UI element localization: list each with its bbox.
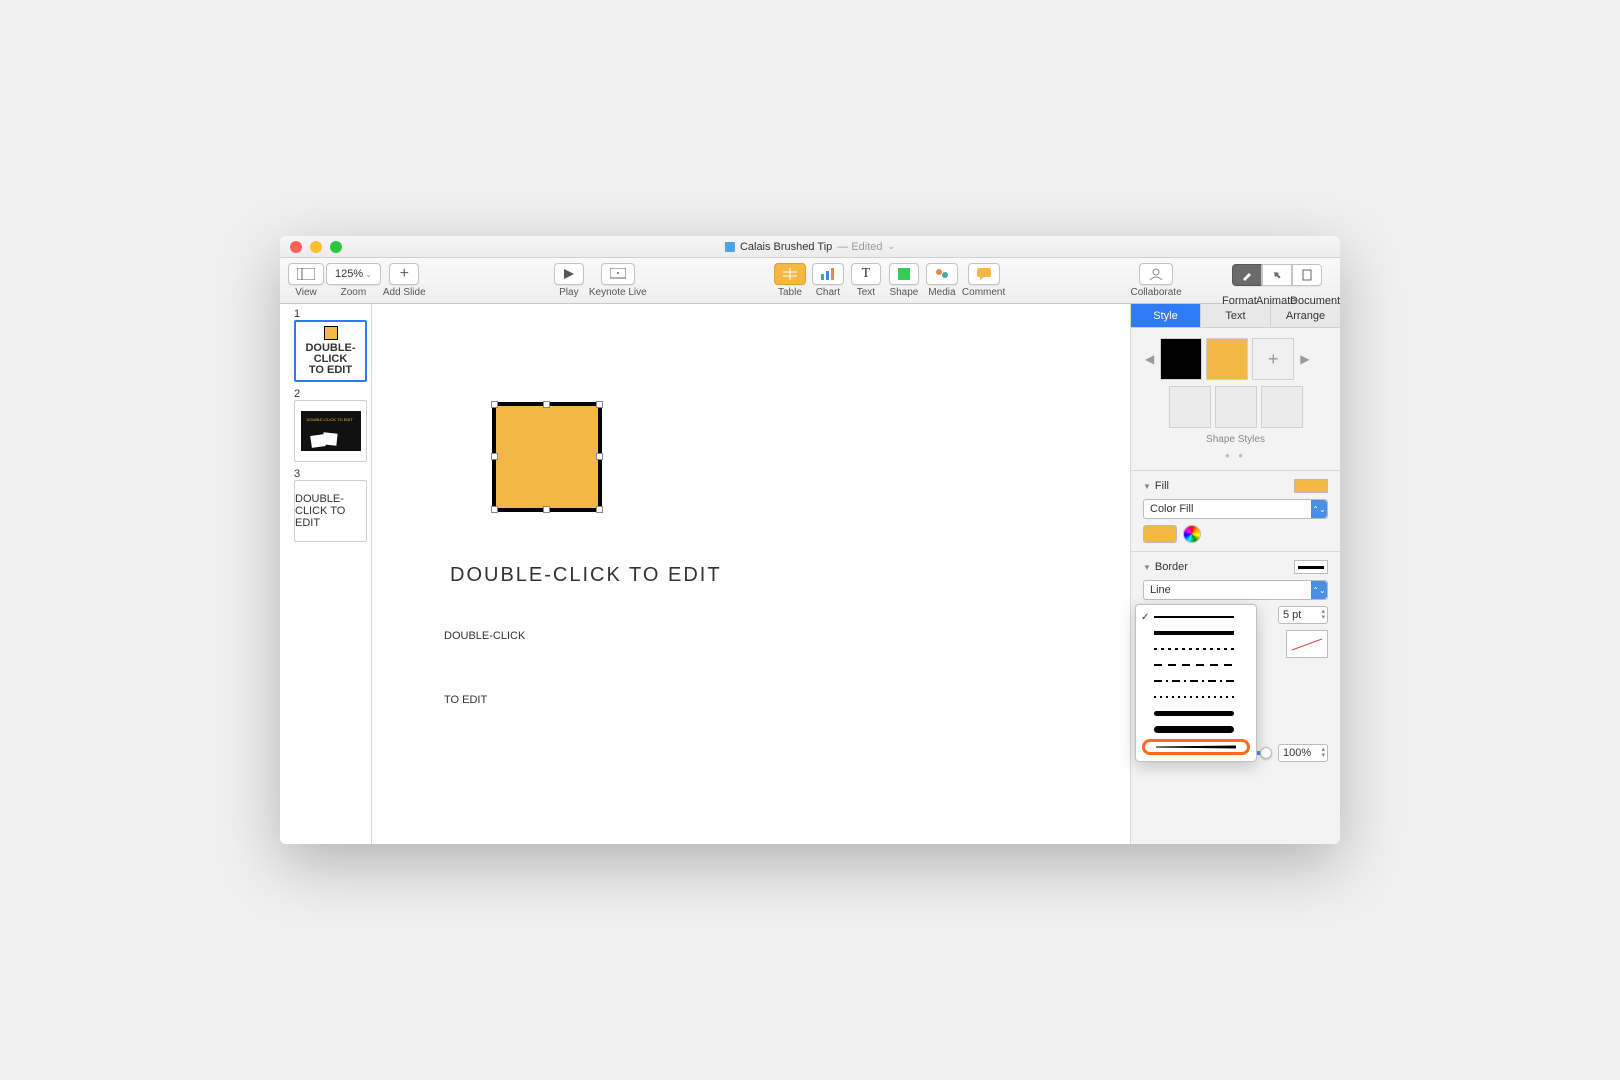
shape-styles-panel: ◀ + ▶ Shape Styles ● ● xyxy=(1131,328,1340,470)
table-button[interactable]: Table xyxy=(772,261,808,301)
no-shadow-swatch[interactable] xyxy=(1286,630,1328,658)
shape-styles-label: Shape Styles xyxy=(1143,434,1328,445)
chevron-down-icon[interactable]: ⌄ xyxy=(888,241,896,252)
inspector-mode-segment: Format Animate Document xyxy=(1222,255,1332,307)
tab-arrange[interactable]: Arrange xyxy=(1271,304,1340,327)
resize-handle[interactable] xyxy=(596,401,603,408)
selected-shape[interactable] xyxy=(492,402,602,512)
styles-next-icon[interactable]: ▶ xyxy=(1298,352,1311,366)
styles-prev-icon[interactable]: ◀ xyxy=(1143,352,1156,366)
document-status: — Edited xyxy=(837,241,882,253)
app-window: Calais Brushed Tip — Edited ⌄ View 125%⌄… xyxy=(280,236,1340,844)
text-button[interactable]: T Text xyxy=(848,261,884,301)
slide-thumbnail-3[interactable]: DOUBLE-CLICK TO EDIT xyxy=(294,480,367,542)
comment-button[interactable]: Comment xyxy=(962,261,1005,301)
slide-number: 2 xyxy=(294,388,367,400)
slide-thumbnail-2[interactable]: DOUBLE-CLICK TO EDIT xyxy=(294,400,367,462)
window-controls xyxy=(280,241,342,253)
minimize-icon[interactable] xyxy=(310,241,322,253)
shape-button[interactable]: Shape xyxy=(886,261,922,301)
border-preview-swatch[interactable] xyxy=(1294,560,1328,574)
shape-style-preset[interactable] xyxy=(1206,338,1248,380)
resize-handle[interactable] xyxy=(543,401,550,408)
resize-handle[interactable] xyxy=(596,506,603,513)
fill-preview-swatch[interactable] xyxy=(1294,479,1328,493)
resize-handle[interactable] xyxy=(491,506,498,513)
document-button[interactable] xyxy=(1292,255,1322,295)
slide-number: 3 xyxy=(294,468,367,480)
resize-handle[interactable] xyxy=(491,453,498,460)
inspector-tabs: Style Text Arrange xyxy=(1131,304,1340,328)
format-inspector: Style Text Arrange ◀ + ▶ Shape Styles xyxy=(1130,304,1340,844)
tab-style[interactable]: Style xyxy=(1131,304,1201,327)
disclosure-triangle-icon[interactable]: ▼ xyxy=(1143,482,1151,491)
keynote-doc-icon xyxy=(725,242,735,252)
opacity-stepper[interactable]: 100% ▴▾ xyxy=(1278,744,1328,762)
chart-button[interactable]: Chart xyxy=(810,261,846,301)
shape-style-preset[interactable] xyxy=(1215,386,1257,428)
fill-section: ▼ Fill Color Fill ⌃⌄ xyxy=(1131,470,1340,551)
shape-style-preset[interactable] xyxy=(1261,386,1303,428)
format-button[interactable] xyxy=(1232,255,1262,295)
slide-content: DOUBLE-CLICK TO EDIT DOUBLE-CLICKTO EDIT xyxy=(372,304,1130,844)
play-button[interactable]: Play xyxy=(551,261,587,301)
border-type-select[interactable]: Line ⌃⌄ xyxy=(1143,580,1328,600)
subtitle-text[interactable]: DOUBLE-CLICK TO EDIT xyxy=(450,564,722,587)
line-style-option[interactable] xyxy=(1136,641,1256,657)
line-style-option[interactable] xyxy=(1136,705,1256,721)
page-dots: ● ● xyxy=(1143,451,1328,460)
fill-type-select[interactable]: Color Fill ⌃⌄ xyxy=(1143,499,1328,519)
color-wheel-icon[interactable] xyxy=(1183,525,1201,543)
document-name: Calais Brushed Tip xyxy=(740,241,832,253)
line-style-option[interactable] xyxy=(1136,625,1256,641)
slide-canvas[interactable]: DOUBLE-CLICK TO EDIT DOUBLE-CLICKTO EDIT xyxy=(372,304,1130,844)
media-button[interactable]: Media xyxy=(924,261,960,301)
line-style-option-highlighted[interactable] xyxy=(1142,739,1250,755)
disclosure-triangle-icon[interactable]: ▼ xyxy=(1143,563,1151,572)
line-style-option[interactable] xyxy=(1136,721,1256,737)
border-width-stepper[interactable]: 5 pt ▴▾ xyxy=(1278,606,1328,624)
add-style-button[interactable]: + xyxy=(1252,338,1294,380)
view-button[interactable]: View xyxy=(288,261,324,301)
fill-label: Fill xyxy=(1155,480,1169,492)
slide-thumbnail-1[interactable]: DOUBLE-CLICKTO EDIT xyxy=(294,320,367,382)
fill-color-swatch[interactable] xyxy=(1143,525,1177,543)
titlebar: Calais Brushed Tip — Edited ⌄ xyxy=(280,236,1340,258)
close-icon[interactable] xyxy=(290,241,302,253)
zoom-icon[interactable] xyxy=(330,241,342,253)
resize-handle[interactable] xyxy=(543,506,550,513)
keynote-live-button[interactable]: Keynote Live xyxy=(589,261,647,301)
slide-number: 1 xyxy=(294,308,367,320)
zoom-button[interactable]: 125%⌄ Zoom xyxy=(326,261,381,301)
collaborate-button[interactable]: Collaborate xyxy=(1131,261,1182,301)
resize-handle[interactable] xyxy=(491,401,498,408)
border-label: Border xyxy=(1155,561,1188,573)
animate-button[interactable] xyxy=(1262,255,1292,295)
shape-style-preset[interactable] xyxy=(1169,386,1211,428)
tab-text[interactable]: Text xyxy=(1201,304,1271,327)
line-style-option[interactable] xyxy=(1136,673,1256,689)
line-style-option[interactable] xyxy=(1136,689,1256,705)
resize-handle[interactable] xyxy=(596,453,603,460)
toolbar: View 125%⌄ Zoom + Add Slide Play Keynote… xyxy=(280,258,1340,304)
circle-shape xyxy=(372,604,396,658)
add-slide-button[interactable]: + Add Slide xyxy=(383,261,426,301)
shape-style-preset[interactable] xyxy=(1160,338,1202,380)
slide-navigator: 1 DOUBLE-CLICKTO EDIT 2 DOUBLE-CLICK TO … xyxy=(280,304,372,844)
line-style-popup: ✓ xyxy=(1135,604,1257,762)
line-style-option[interactable]: ✓ xyxy=(1136,609,1256,625)
title-text[interactable]: DOUBLE-CLICKTO EDIT xyxy=(444,586,525,714)
line-style-option[interactable] xyxy=(1136,657,1256,673)
window-title: Calais Brushed Tip — Edited ⌄ xyxy=(725,241,895,253)
